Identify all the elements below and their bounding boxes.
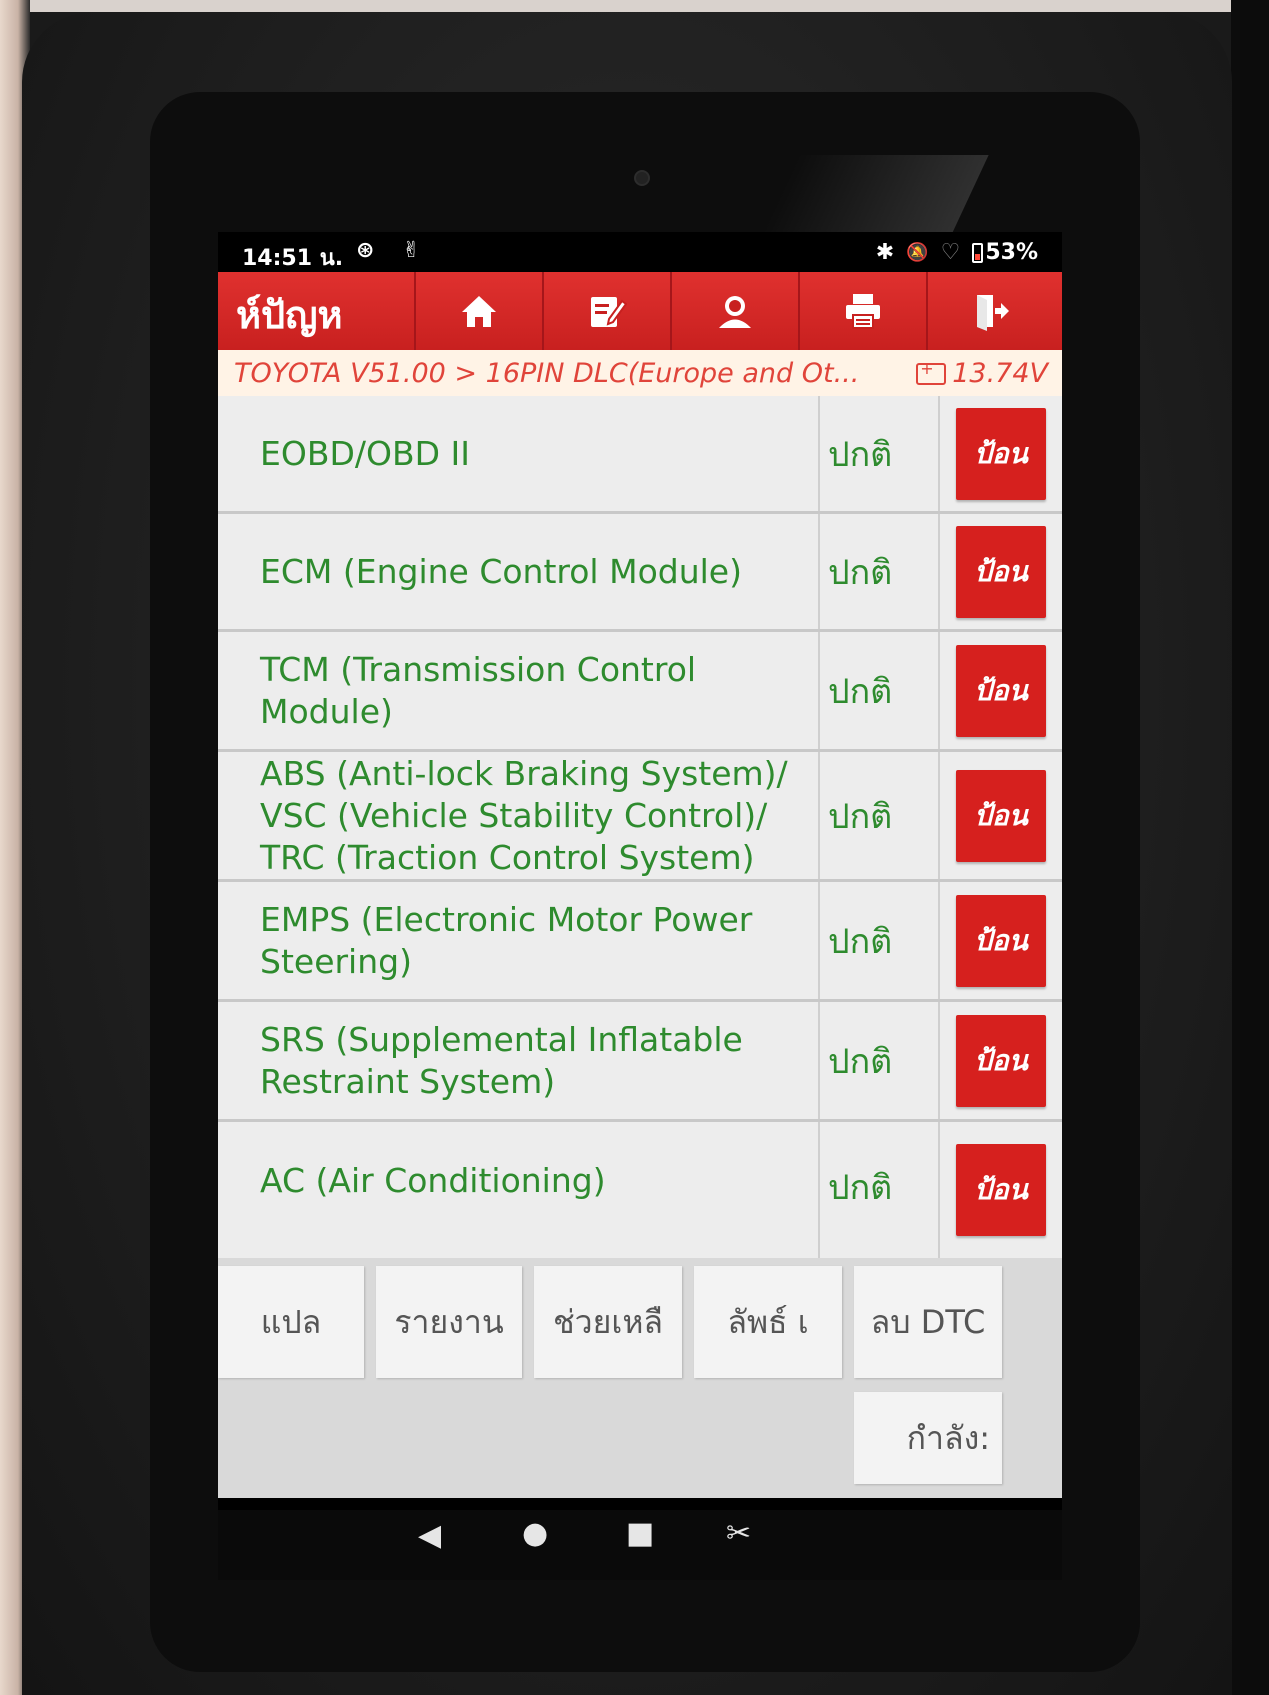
edit-icon — [591, 297, 627, 327]
module-row: SRS (Supplemental Inflatable Restraint S… — [218, 1002, 1062, 1122]
voltage-indicator: 13.74V — [916, 358, 1048, 389]
module-status: ปกติ — [820, 632, 940, 749]
module-list: EOBD/OBD II ปกติ ป้อน ECM (Engine Contro… — [218, 396, 1062, 1258]
bluetooth-icon: ✱ — [875, 240, 895, 265]
module-status: ปกติ — [820, 1122, 940, 1258]
report-button[interactable]: รายงาน — [376, 1266, 522, 1378]
edit-button[interactable] — [542, 272, 670, 350]
enter-button[interactable]: ป้อน — [956, 525, 1046, 618]
home-button[interactable] — [414, 272, 542, 350]
function-bar: แปล รายงาน ช่วยเหลื ลัพธ์ เ ลบ DTC กำลัง… — [218, 1258, 1062, 1498]
module-status: ปกติ — [820, 514, 940, 629]
enter-button[interactable]: ป้อน — [956, 1014, 1046, 1107]
user-icon — [719, 296, 751, 328]
status-time: 14:51 น. — [242, 246, 344, 271]
module-row: AC (Air Conditioning) ปกติ ป้อน — [218, 1122, 1062, 1258]
battery-icon — [972, 242, 984, 263]
enter-button[interactable]: ป้อน — [956, 1144, 1046, 1236]
exit-button[interactable] — [926, 272, 1054, 350]
module-name: EMPS (Electronic Motor Power Steering) — [218, 882, 820, 999]
result-button[interactable]: ลัพธ์ เ — [694, 1266, 842, 1378]
recents-icon[interactable]: ■ — [626, 1516, 654, 1551]
module-name: ECM (Engine Control Module) — [218, 514, 820, 629]
breadcrumb-path: TOYOTA V51.00 > 16PIN DLC(Europe and Ot.… — [234, 358, 860, 389]
photo-background — [0, 0, 1269, 12]
print-icon — [846, 294, 880, 329]
enter-button[interactable]: ป้อน — [956, 407, 1046, 500]
home-nav-icon[interactable]: ● — [522, 1516, 548, 1551]
clear-dtc-button[interactable]: ลบ DTC — [854, 1266, 1002, 1378]
user-button[interactable] — [670, 272, 798, 350]
module-row: ECM (Engine Control Module) ปกติ ป้อน — [218, 514, 1062, 632]
screen-glare — [761, 155, 989, 235]
module-name: TCM (Transmission Control Module) — [218, 632, 820, 749]
voltage-value: 13.74V — [952, 358, 1048, 389]
wifi-icon: ♡ — [940, 240, 961, 265]
top-toolbar: ห์ปัญห — [218, 272, 1062, 350]
back-icon[interactable]: ◀ — [418, 1518, 441, 1553]
module-status: ปกติ — [820, 396, 940, 511]
home-icon — [462, 296, 496, 327]
exit-icon — [977, 295, 1009, 331]
print-button[interactable] — [798, 272, 926, 350]
module-row: EOBD/OBD II ปกติ ป้อน — [218, 396, 1062, 514]
module-row: EMPS (Electronic Motor Power Steering) ป… — [218, 882, 1062, 1002]
android-navbar: ◀ ● ■ ✂ — [218, 1498, 1062, 1580]
enter-button[interactable]: ป้อน — [956, 644, 1046, 737]
notification-icons: ⊛ ✌ — [356, 238, 431, 263]
status-bar: 14:51 น. ⊛ ✌ ✱ 🔕 ♡ 53% — [218, 232, 1062, 272]
module-name: SRS (Supplemental Inflatable Restraint S… — [218, 1002, 820, 1119]
module-status: ปกติ — [820, 882, 940, 999]
module-name: ABS (Anti-lock Braking System)/ VSC (Veh… — [218, 752, 820, 879]
module-status: ปกติ — [820, 1002, 940, 1119]
photo-background-right — [1231, 0, 1269, 1695]
module-name: EOBD/OBD II — [218, 396, 820, 511]
help-button[interactable]: ช่วยเหลื — [534, 1266, 682, 1378]
processing-button[interactable]: กำลัง: — [854, 1392, 1002, 1484]
front-camera — [634, 170, 650, 186]
enter-button[interactable]: ป้อน — [956, 894, 1046, 987]
status-right-icons: ✱ 🔕 ♡ 53% — [876, 240, 1038, 265]
page-title: ห์ปัญห — [236, 293, 343, 337]
battery-voltage-icon — [916, 359, 947, 385]
translate-button[interactable]: แปล — [218, 1266, 364, 1378]
enter-button[interactable]: ป้อน — [956, 769, 1046, 862]
module-name: AC (Air Conditioning) — [218, 1122, 820, 1258]
screenshot-icon[interactable]: ✂ — [726, 1516, 751, 1551]
app-screen: 14:51 น. ⊛ ✌ ✱ 🔕 ♡ 53% ห์ปัญห TOYOTA V51… — [218, 232, 1062, 1510]
module-row: TCM (Transmission Control Module) ปกติ ป… — [218, 632, 1062, 752]
module-row: ABS (Anti-lock Braking System)/ VSC (Veh… — [218, 752, 1062, 882]
module-status: ปกติ — [820, 752, 940, 879]
breadcrumb: TOYOTA V51.00 > 16PIN DLC(Europe and Ot.… — [218, 350, 1062, 396]
mute-icon: 🔕 — [906, 242, 929, 263]
battery-percent: 53% — [985, 240, 1038, 265]
battery-indicator: 53% — [972, 240, 1038, 265]
